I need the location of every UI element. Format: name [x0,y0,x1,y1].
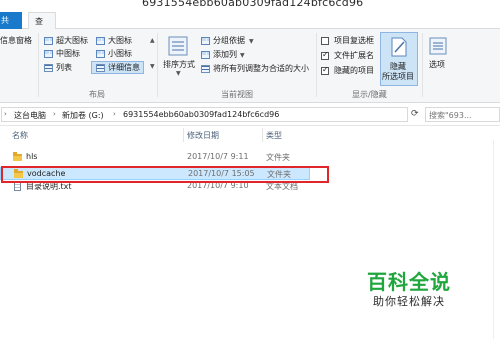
ribbon-tabs: 共享 查看 [0,12,500,43]
search-box[interactable]: 搜索"693... [425,107,500,122]
refresh-icon[interactable]: ⟳ [411,109,419,119]
group-by-button[interactable]: 分组依据 [213,36,245,46]
ribbon-separator [38,33,39,97]
column-header-modified[interactable]: 修改日期 [187,130,219,141]
search-placeholder: 搜索"693... [429,111,472,120]
address-bar[interactable]: › 这台电脑 › 新加卷 (G:) › 6931554ebb60ab0309fa… [1,107,408,122]
file-modified: 2017/10/7 9:11 [187,152,249,161]
hide-selected-items-icon [391,37,407,57]
layout-expand-icon[interactable]: ▼ [150,63,155,70]
layout-group-label: 布局 [89,90,105,99]
breadcrumb-separator-icon[interactable]: › [53,110,56,118]
add-column-button[interactable]: 添加列 [213,50,237,60]
column-header-name[interactable]: 名称 [12,130,28,141]
hide-selected-line2: 所选项目 [382,72,414,81]
list-view-icon [44,64,53,72]
breadcrumb-this-pc[interactable]: 这台电脑 [14,110,46,121]
file-extensions-checkbox[interactable] [321,50,329,60]
layout-extra-large-icons[interactable]: 超大图标 [56,36,88,46]
tab-view[interactable]: 查看 [28,12,56,43]
watermark-brand: 百科全说 [367,270,451,294]
size-columns-icon [201,65,210,73]
layout-small-icons[interactable]: 小图标 [108,49,132,59]
column-divider[interactable] [262,128,263,142]
layout-large-icons[interactable]: 大图标 [108,36,132,46]
layout-scroll-up-icon[interactable]: ▲ [150,37,155,44]
ribbon-separator [316,33,317,97]
column-header-type[interactable]: 类型 [266,130,282,141]
small-icons-icon [96,50,105,58]
address-bar-row: › 这台电脑 › 新加卷 (G:) › 6931554ebb60ab0309fa… [0,104,500,126]
watermark-tagline: 助你轻松解决 [373,295,445,308]
file-extensions-label: 文件扩展名 [334,51,374,60]
add-column-icon [201,51,210,59]
layout-medium-icons[interactable]: 中图标 [56,49,80,59]
column-divider[interactable] [183,128,184,142]
breadcrumb-drive[interactable]: 新加卷 (G:) [62,110,104,121]
group-by-icon [201,37,210,45]
sort-by-dropdown-icon[interactable]: ▼ [176,70,181,77]
tab-share[interactable]: 共享 [0,12,22,42]
file-type: 文件夹 [266,153,290,162]
current-view-group-label: 当前视图 [221,90,253,99]
options-icon [429,37,447,55]
ribbon: 信息窗格 超大图标 大图标 中图标 小图标 列表 详细信息 ▲ ▼ 布局 排序方… [0,29,500,103]
item-checkboxes-label: 项目复选框 [334,36,374,45]
sort-by-button[interactable]: 排序方式 [163,60,195,70]
ribbon-separator [157,33,158,97]
medium-icons-icon [44,50,53,58]
sort-by-icon [168,36,188,56]
layout-details[interactable]: 详细信息 [108,63,140,73]
folder-icon [13,152,22,161]
options-button[interactable]: 选项 [429,60,445,70]
title-bar: 6931554ebb60ab0309fad124bfc6cd96 [0,0,500,12]
hidden-items-checkbox[interactable] [321,65,329,75]
highlight-annotation-box [1,166,329,183]
size-all-columns-button[interactable]: 将所有列调整为合适的大小 [213,64,309,74]
extra-large-icons-icon [44,37,53,45]
window-title: 6931554ebb60ab0309fad124bfc6cd96 [142,0,364,9]
scrollbar-track[interactable] [493,140,500,339]
breadcrumb-folder[interactable]: 6931554ebb60ab0309fad124bfc6cd96 [123,110,279,119]
hidden-items-label: 隐藏的项目 [334,66,374,75]
show-hide-group-label: 显示/隐藏 [352,90,387,99]
address-chevron-icon[interactable]: › [4,110,7,118]
ribbon-separator [422,33,423,97]
details-pane-button[interactable]: 信息窗格 [0,36,32,46]
file-name: hls [26,152,38,161]
file-row-hls[interactable]: hls 2017/10/7 9:11 文件夹 [0,151,310,164]
group-by-dropdown-icon[interactable]: ▼ [249,38,254,45]
add-column-dropdown-icon[interactable]: ▼ [240,52,245,59]
layout-list[interactable]: 列表 [56,63,72,73]
large-icons-icon [96,37,105,45]
breadcrumb-separator-icon[interactable]: › [113,110,116,118]
hide-selected-line1: 隐藏 [390,62,406,71]
item-checkboxes-checkbox[interactable] [321,37,329,45]
details-view-icon [96,64,105,72]
